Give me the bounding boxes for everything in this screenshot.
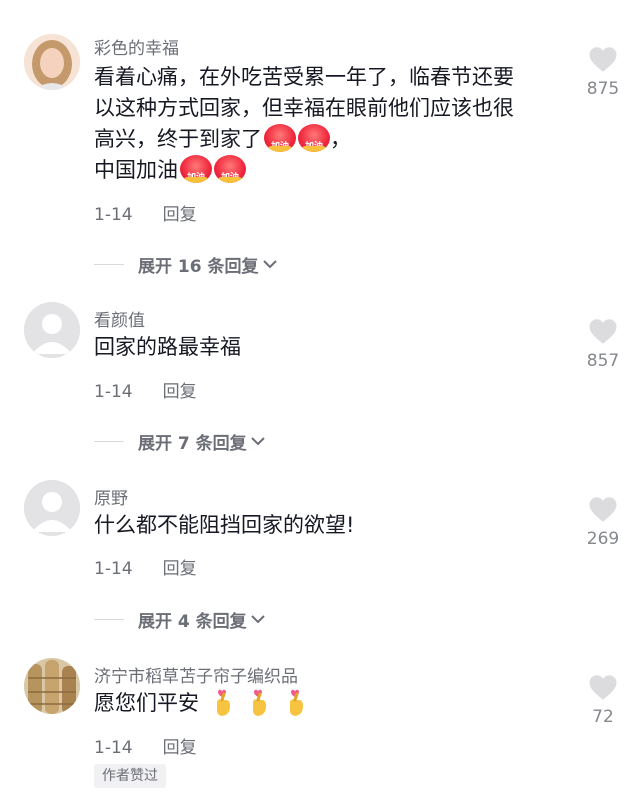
comment-text-fragment: 中国加油 — [94, 158, 178, 182]
like-count: 269 — [586, 529, 620, 549]
author-liked-badge: 作者赞过 — [94, 764, 166, 788]
heart-icon — [589, 319, 617, 344]
jiayou-sticker: 加油 — [264, 124, 296, 152]
reply-button[interactable]: 回复 — [163, 559, 197, 579]
comment-text-line: 愿您们平安 — [94, 688, 574, 719]
finger-heart-emoji — [216, 689, 230, 716]
comment-text-line: 回家的路最幸福 — [94, 335, 241, 359]
username[interactable]: 原野 — [94, 484, 128, 509]
avatar[interactable] — [24, 34, 80, 90]
expand-replies-label: 展开 7 条回复 — [138, 433, 247, 454]
like-count: 875 — [586, 79, 620, 99]
like-button[interactable]: 269 — [580, 496, 626, 549]
like-button[interactable]: 857 — [580, 318, 626, 371]
jiayou-sticker: 加油 — [180, 155, 212, 183]
comment-text: 看着心痛，在外吃苦受累一年了，临春节还要 以这种方式回家，但幸福在眼前他们应该也… — [94, 62, 574, 186]
like-count: 72 — [592, 707, 614, 727]
comment-date: 1-14 — [94, 205, 133, 225]
like-button[interactable]: 72 — [580, 674, 626, 727]
expand-replies-label: 展开 4 条回复 — [138, 611, 247, 632]
comment-date: 1-14 — [94, 559, 133, 579]
jiayou-sticker: 加油 — [298, 124, 330, 152]
avatar[interactable] — [24, 480, 80, 536]
heart-icon — [589, 47, 617, 72]
reply-button[interactable]: 回复 — [163, 382, 197, 402]
divider — [94, 440, 124, 442]
comment-text-line: 中国加油加油加油 — [94, 155, 574, 186]
comment-meta: 1-14 回复 — [94, 377, 197, 402]
comment-meta: 1-14 回复 — [94, 554, 197, 579]
comment-meta: 1-14 回复 — [94, 200, 197, 225]
username[interactable]: 彩色的幸福 — [94, 34, 179, 59]
username[interactable]: 济宁市稻草苫子帘子编织品 — [94, 662, 298, 687]
comment-text-line: 看着心痛，在外吃苦受累一年了，临春节还要 — [94, 65, 514, 89]
reply-button[interactable]: 回复 — [163, 738, 197, 758]
comment-text-fragment: 愿您们平安 — [94, 691, 199, 715]
avatar[interactable] — [24, 302, 80, 358]
comment-text: 愿您们平安 — [94, 688, 574, 719]
comment-text-fragment: 高兴，终于到家了 — [94, 127, 262, 151]
divider — [94, 618, 124, 620]
expand-replies-button[interactable]: 展开 16 条回复 — [94, 249, 277, 279]
heart-icon — [589, 675, 617, 700]
comment-text-fragment: ， — [330, 127, 351, 151]
finger-heart-emoji — [253, 689, 267, 716]
chevron-down-icon — [262, 260, 277, 269]
heart-icon — [589, 497, 617, 522]
reply-button[interactable]: 回复 — [163, 205, 197, 225]
avatar[interactable] — [24, 658, 80, 714]
chevron-down-icon — [250, 437, 265, 446]
comment-date: 1-14 — [94, 382, 133, 402]
chevron-down-icon — [250, 615, 265, 624]
username[interactable]: 看颜值 — [94, 306, 145, 331]
comment-meta: 1-14 回复 — [94, 733, 197, 758]
jiayou-sticker: 加油 — [214, 155, 246, 183]
comment-date: 1-14 — [94, 738, 133, 758]
comment-text-line: 以这种方式回家，但幸福在眼前他们应该也很 — [94, 96, 514, 120]
comment-text-line: 什么都不能阻挡回家的欲望! — [94, 513, 355, 537]
expand-replies-button[interactable]: 展开 7 条回复 — [94, 426, 265, 456]
comment-text: 什么都不能阻挡回家的欲望! — [94, 510, 574, 541]
like-button[interactable]: 875 — [580, 46, 626, 99]
comment-text: 回家的路最幸福 — [94, 332, 574, 363]
comment-text-line: 高兴，终于到家了加油加油， — [94, 124, 574, 155]
expand-replies-label: 展开 16 条回复 — [138, 256, 259, 277]
divider — [94, 263, 124, 265]
like-count: 857 — [586, 351, 620, 371]
finger-heart-emoji — [289, 689, 304, 716]
expand-replies-button[interactable]: 展开 4 条回复 — [94, 604, 265, 634]
